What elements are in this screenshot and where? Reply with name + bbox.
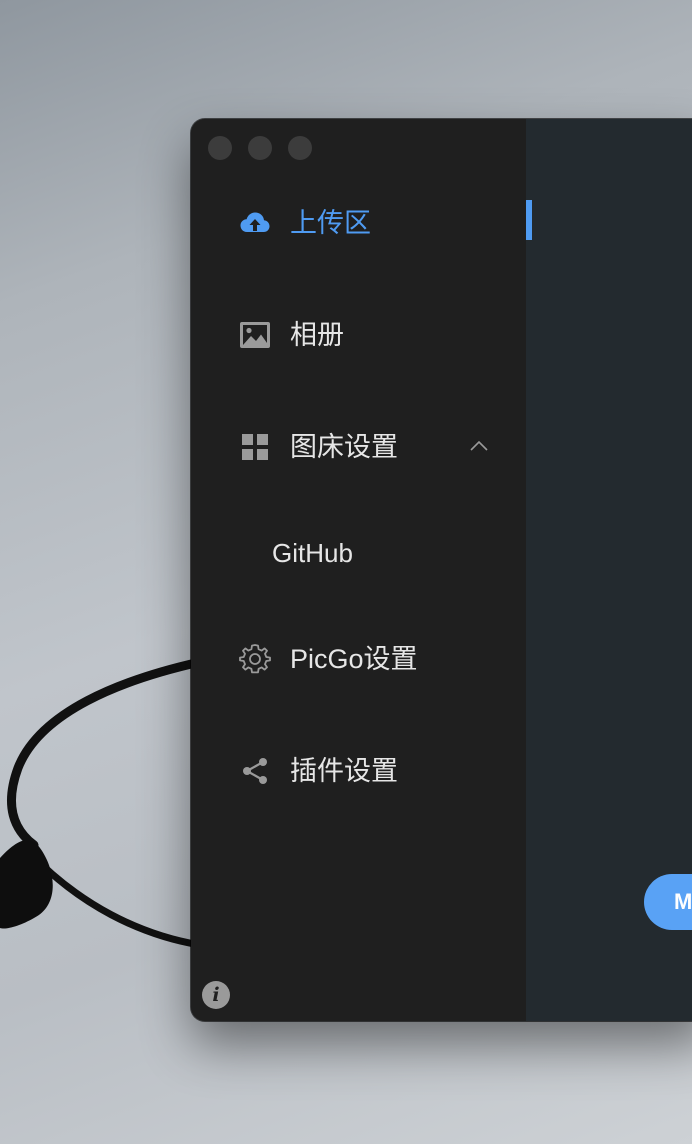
info-icon[interactable]: i (202, 981, 230, 1009)
sidebar-subitem-github[interactable]: GitHub (191, 525, 526, 581)
sidebar-item-label: PicGo设置 (290, 644, 418, 674)
share-icon (239, 755, 271, 787)
sidebar-item-picbed-settings[interactable]: 图床设置 (191, 419, 526, 475)
main-content: M (526, 119, 692, 1021)
sidebar-subitem-label: GitHub (272, 538, 353, 568)
sidebar: 上传区 相册 图床设置 GitHub PicGo设置 插件设置 i (191, 119, 526, 1021)
image-icon (239, 319, 271, 351)
sidebar-item-picgo-settings[interactable]: PicGo设置 (191, 631, 526, 687)
active-indicator (526, 200, 532, 240)
sidebar-item-label: 相册 (290, 320, 344, 350)
picgo-window: 上传区 相册 图床设置 GitHub PicGo设置 插件设置 i M (191, 119, 692, 1021)
sidebar-item-label: 插件设置 (290, 756, 398, 786)
window-close-button[interactable] (208, 136, 232, 160)
sidebar-item-upload[interactable]: 上传区 (191, 195, 526, 251)
window-zoom-button[interactable] (288, 136, 312, 160)
sidebar-item-plugin-settings[interactable]: 插件设置 (191, 743, 526, 799)
cloud-upload-icon (239, 207, 271, 239)
window-minimize-button[interactable] (248, 136, 272, 160)
main-action-button[interactable]: M (644, 874, 692, 930)
sidebar-item-gallery[interactable]: 相册 (191, 307, 526, 363)
grid-icon (239, 431, 271, 463)
chevron-up-icon[interactable] (467, 435, 491, 459)
sidebar-item-label: 上传区 (290, 208, 371, 238)
gear-icon (239, 643, 271, 675)
sidebar-item-label: 图床设置 (290, 432, 398, 462)
